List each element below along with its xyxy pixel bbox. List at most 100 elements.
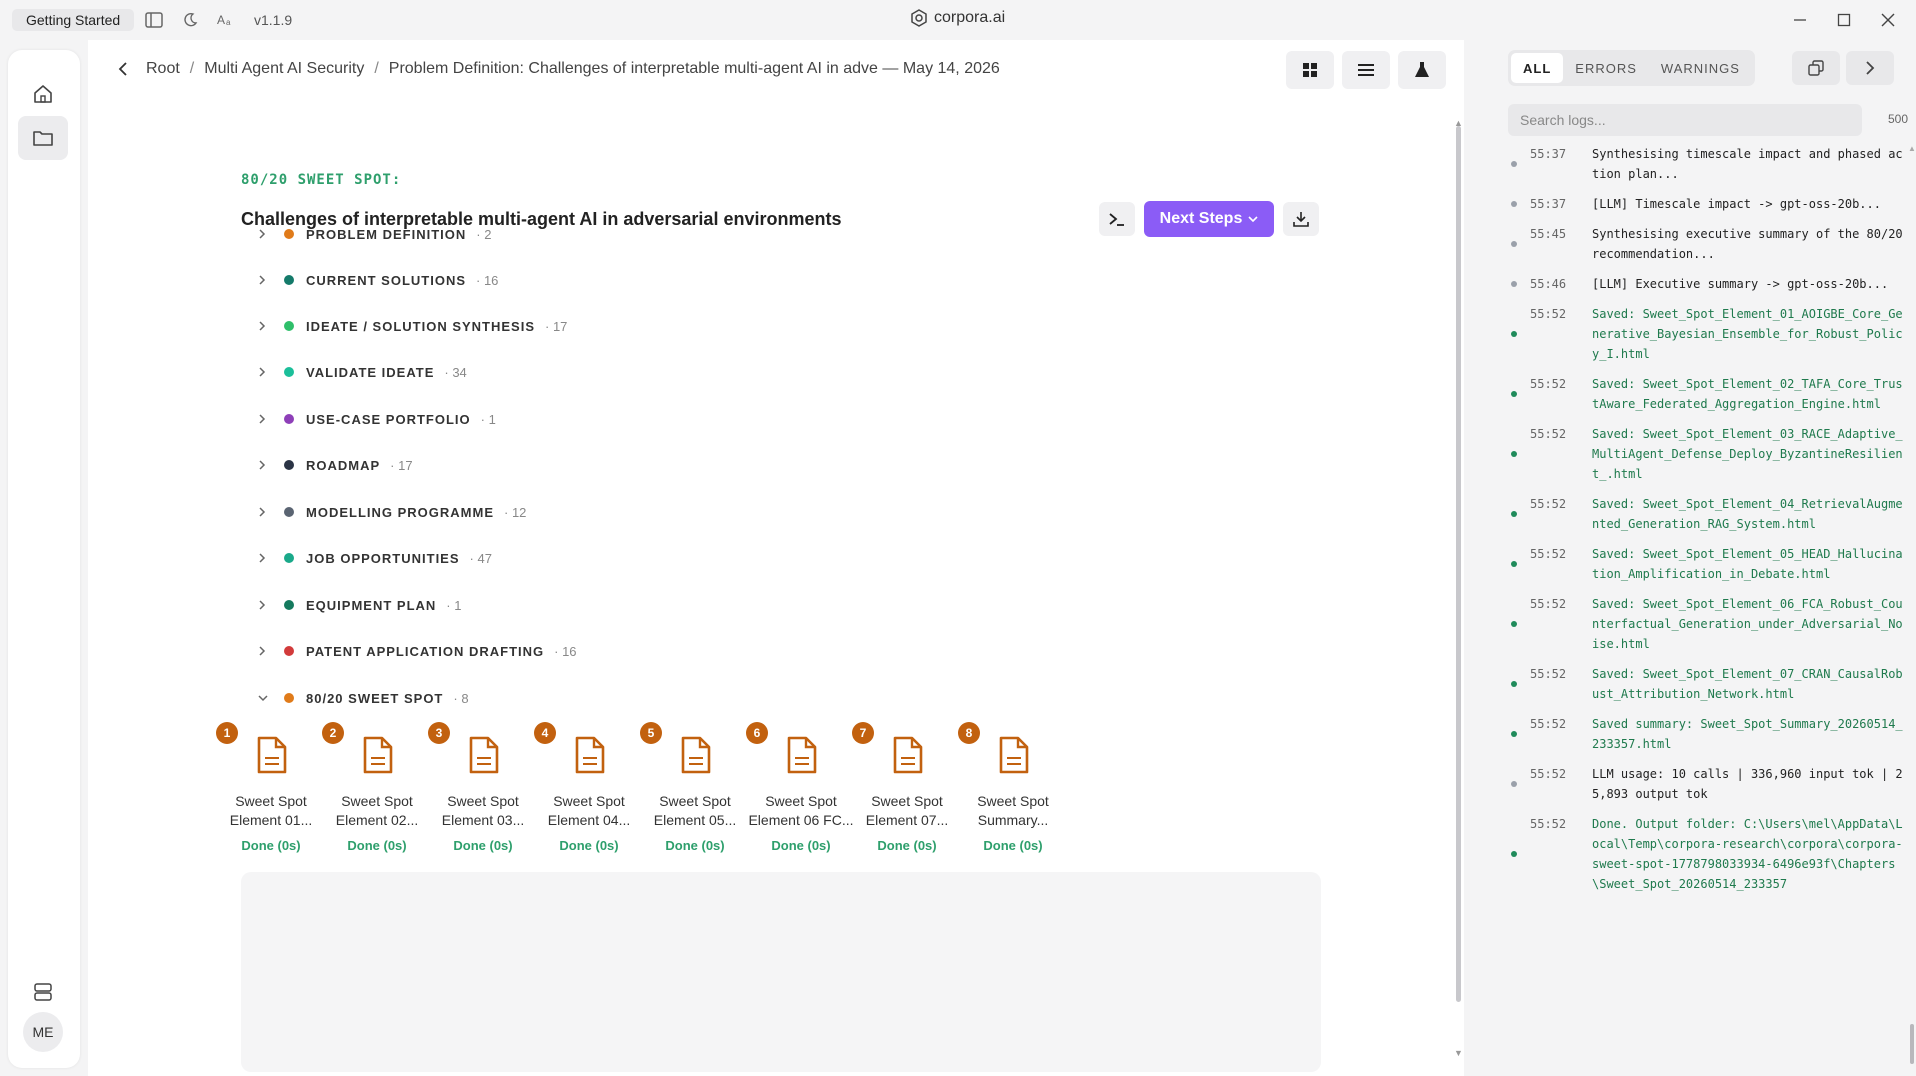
file-number-badge: 2: [322, 722, 344, 744]
file-name-line: Element 07...: [865, 812, 949, 828]
projects-button[interactable]: [18, 116, 68, 160]
file-status: Done (0s): [983, 838, 1043, 853]
moon-icon[interactable]: [179, 9, 201, 31]
file-number-badge: 1: [216, 722, 238, 744]
section-count: · 34: [444, 364, 467, 380]
back-button[interactable]: [118, 62, 128, 76]
chevron-right-icon: [1866, 61, 1875, 75]
chevron-down-icon[interactable]: [258, 694, 272, 702]
folder-icon: [33, 131, 53, 146]
download-icon: [1293, 212, 1309, 227]
log-time: 55:52: [1530, 547, 1567, 561]
log-scroll-up-icon[interactable]: ▲: [1908, 144, 1916, 153]
home-button[interactable]: [18, 72, 68, 116]
section-row[interactable]: MODELLING PROGRAMME · 12: [258, 500, 526, 524]
log-search-input[interactable]: [1508, 104, 1862, 136]
chevron-right-icon[interactable]: [258, 229, 272, 239]
svg-text:A: A: [217, 13, 225, 27]
section-count: · 12: [504, 504, 527, 520]
log-status-dot: [1511, 851, 1517, 857]
log-scrollbar[interactable]: [1910, 1024, 1914, 1064]
section-row[interactable]: JOB OPPORTUNITIES · 47: [258, 546, 492, 570]
log-status-dot: [1511, 731, 1517, 737]
chevron-right-icon[interactable]: [258, 553, 272, 563]
breadcrumb-root[interactable]: Root: [146, 60, 180, 78]
document-icon: [681, 736, 711, 774]
log-status-dot: [1511, 621, 1517, 627]
chevron-right-icon[interactable]: [258, 414, 272, 424]
grid-view-button[interactable]: [1286, 51, 1334, 89]
scroll-up-icon[interactable]: ▲: [1454, 118, 1463, 128]
avatar[interactable]: ME: [23, 1012, 63, 1052]
tab-errors[interactable]: ERRORS: [1563, 53, 1649, 83]
section-name: VALIDATE IDEATE: [306, 364, 435, 380]
section-name: ROADMAP: [306, 457, 381, 473]
status-dot: [284, 646, 294, 656]
log-limit: 500: [1888, 112, 1909, 126]
chevron-right-icon[interactable]: [258, 321, 272, 331]
section-row[interactable]: EQUIPMENT PLAN · 1: [258, 593, 461, 617]
close-icon[interactable]: [1876, 8, 1900, 32]
section-row[interactable]: PROBLEM DEFINITION · 2: [258, 222, 491, 246]
file-number-badge: 7: [852, 722, 874, 744]
chevron-right-icon[interactable]: [258, 460, 272, 470]
file-name: Sweet Spot Element 03...: [428, 792, 538, 830]
file-status: Done (0s): [771, 838, 831, 853]
file-name-line: Element 06 FC...: [748, 812, 854, 828]
chevron-right-icon[interactable]: [258, 600, 272, 610]
log-list[interactable]: 55:37 Synthesising timescale impact and p…: [1490, 144, 1910, 1074]
chevron-right-icon[interactable]: [258, 507, 272, 517]
copy-logs-button[interactable]: [1792, 51, 1840, 85]
terminal-button[interactable]: [1099, 202, 1135, 236]
section-row[interactable]: PATENT APPLICATION DRAFTING · 16: [258, 639, 577, 663]
download-button[interactable]: [1283, 202, 1319, 236]
chevron-right-icon[interactable]: [258, 367, 272, 377]
log-time: 55:52: [1530, 597, 1567, 611]
section-row[interactable]: CURRENT SOLUTIONS · 16: [258, 268, 498, 292]
main-scrollbar[interactable]: [1456, 126, 1461, 1002]
collapse-panel-button[interactable]: [1846, 51, 1894, 85]
status-dot: [284, 460, 294, 470]
tab-all[interactable]: ALL: [1511, 53, 1564, 83]
log-status-dot: [1511, 201, 1517, 207]
storage-button[interactable]: [18, 970, 68, 1014]
log-status-dot: [1511, 781, 1517, 787]
minimize-icon[interactable]: [1788, 8, 1812, 32]
chevron-right-icon[interactable]: [258, 646, 272, 656]
log-message: Synthesising executive summary of the 80…: [1592, 227, 1910, 261]
log-time: 55:52: [1530, 767, 1567, 781]
tab-warnings[interactable]: WARNINGS: [1649, 53, 1752, 83]
log-status-dot: [1511, 241, 1517, 247]
log-entry: 55:52 Saved: Sweet_Spot_Element_02_TAFA_C…: [1490, 374, 1910, 414]
log-message: Saved: Sweet_Spot_Element_02_TAFA_Core_T…: [1592, 377, 1903, 411]
log-time: 55:52: [1530, 307, 1567, 321]
section-row[interactable]: VALIDATE IDEATE · 34: [258, 360, 467, 384]
file-name-line: Element 05...: [653, 812, 737, 828]
font-size-icon[interactable]: Aa: [215, 9, 237, 31]
status-dot: [284, 507, 294, 517]
flask-view-button[interactable]: [1398, 51, 1446, 89]
breadcrumb-project[interactable]: Multi Agent AI Security: [204, 60, 364, 78]
section-row[interactable]: ROADMAP · 17: [258, 453, 413, 477]
sidebar-toggle-icon[interactable]: [143, 9, 165, 31]
chevron-right-icon[interactable]: [258, 275, 272, 285]
log-entry: 55:52 LLM usage: 10 calls | 336,960 input…: [1490, 764, 1910, 804]
maximize-icon[interactable]: [1832, 8, 1856, 32]
section-count: · 16: [476, 272, 499, 288]
log-status-dot: [1511, 681, 1517, 687]
list-view-button[interactable]: [1342, 51, 1390, 89]
section-name: JOB OPPORTUNITIES: [306, 550, 460, 566]
next-steps-button[interactable]: Next Steps: [1144, 201, 1274, 237]
scroll-down-icon[interactable]: ▼: [1454, 1048, 1463, 1058]
file-status: Done (0s): [241, 838, 301, 853]
section-row[interactable]: USE-CASE PORTFOLIO · 1: [258, 407, 496, 431]
document-icon: [257, 736, 287, 774]
log-time: 55:46: [1530, 277, 1567, 291]
section-row[interactable]: 80/20 SWEET SPOT · 8: [258, 686, 469, 710]
file-status: Done (0s): [453, 838, 513, 853]
breadcrumb-separator: /: [189, 60, 195, 77]
log-entry: 55:37 Synthesising timescale impact and p…: [1490, 144, 1910, 184]
home-icon: [34, 85, 52, 103]
getting-started-button[interactable]: Getting Started: [12, 9, 135, 31]
section-row[interactable]: IDEATE / SOLUTION SYNTHESIS · 17: [258, 314, 567, 338]
